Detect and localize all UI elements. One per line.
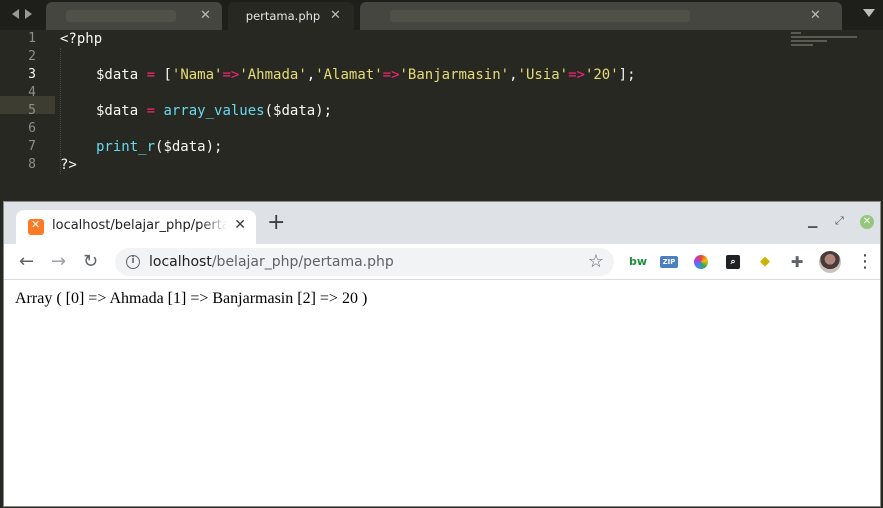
close-icon[interactable]: ✕: [330, 8, 341, 23]
xampp-favicon-icon: [28, 218, 44, 235]
url-path: /belajar_php/pertama.php: [211, 254, 394, 270]
maximize-icon[interactable]: ⤢: [835, 214, 844, 228]
zip-extension-icon[interactable]: ZIP: [660, 256, 678, 268]
editor-tab-blurred-1[interactable]: ✕: [46, 2, 222, 30]
forward-arrow-icon[interactable]: →: [51, 252, 66, 272]
chevron-down-icon[interactable]: [863, 9, 875, 17]
arrow-left-icon[interactable]: [12, 9, 19, 19]
editor-tab-pertama[interactable]: pertama.php ✕: [228, 2, 354, 30]
close-icon[interactable]: ✕: [810, 8, 821, 23]
back-arrow-icon[interactable]: ←: [19, 252, 34, 272]
editor-tab-bar: ✕ pertama.php ✕ ✕: [0, 0, 883, 30]
close-icon[interactable]: ✕: [234, 217, 246, 233]
new-tab-button[interactable]: +: [267, 212, 285, 234]
zoom-extension-icon[interactable]: ⌕: [726, 255, 740, 269]
line-gutter: 1 2 3 4 5 6 7 8: [0, 30, 55, 200]
code-line-8: ?>: [60, 157, 77, 173]
line-number: 4: [28, 85, 36, 100]
bookmark-star-icon[interactable]: ☆: [588, 251, 604, 272]
line-number: 5: [28, 103, 36, 118]
extensions-puzzle-icon[interactable]: ✚: [789, 253, 805, 271]
color-picker-extension-icon[interactable]: [694, 255, 708, 269]
line-number: 8: [28, 157, 36, 172]
code-line-5: $data = array_values($data);: [96, 103, 333, 119]
line-number: 3: [28, 67, 36, 82]
bw-extension-icon[interactable]: bw: [629, 253, 647, 271]
arrow-right-icon[interactable]: [25, 9, 32, 19]
window-close-button[interactable]: ✕: [860, 215, 874, 229]
url-host: localhost: [149, 254, 212, 270]
minimap[interactable]: [791, 32, 861, 46]
code-line-7: print_r($data);: [96, 139, 223, 155]
line-number: 7: [28, 139, 36, 154]
info-icon[interactable]: i: [126, 255, 140, 269]
code-line-3: $data = ['Nama'=>'Ahmada','Alamat'=>'Ban…: [96, 67, 636, 83]
editor-tab-label: pertama.php: [245, 9, 321, 23]
browser-tab[interactable]: localhost/belajar_php/pertama.php ✕: [16, 210, 256, 244]
line-number: 1: [28, 31, 36, 46]
browser-menu-icon[interactable]: ⋮: [856, 252, 874, 272]
browser-window: localhost/belajar_php/pertama.php ✕ + ▁ …: [3, 201, 881, 507]
pin-extension-icon[interactable]: ◆: [758, 253, 772, 271]
browser-title-bar: localhost/belajar_php/pertama.php ✕ + ▁ …: [4, 202, 880, 244]
line-number: 2: [28, 49, 36, 64]
close-icon[interactable]: ✕: [200, 8, 211, 23]
browser-toolbar: ← → ↻ i localhost/belajar_php/pertama.ph…: [4, 244, 880, 280]
tab-nav-arrows[interactable]: [4, 4, 40, 24]
reload-icon[interactable]: ↻: [83, 252, 98, 272]
minimize-icon[interactable]: ▁: [808, 214, 817, 228]
address-bar[interactable]: i localhost/belajar_php/pertama.php ☆: [115, 248, 614, 276]
profile-avatar[interactable]: [819, 251, 841, 273]
page-content: Array ( [0] => Ahmada [1] => Banjarmasin…: [4, 281, 880, 506]
php-output-text: Array ( [0] => Ahmada [1] => Banjarmasin…: [15, 290, 368, 307]
code-editor: ✕ pertama.php ✕ ✕ 1 2 3 4 5 6 7 8 <?php …: [0, 0, 883, 200]
url-text[interactable]: localhost/belajar_php/pertama.php: [149, 254, 394, 270]
editor-tab-blurred-2[interactable]: ✕: [360, 2, 842, 30]
browser-tab-title: localhost/belajar_php/pertama.php: [52, 218, 227, 233]
editor-scrollbar[interactable]: [877, 30, 883, 200]
code-line-1: <?php: [60, 31, 103, 47]
line-number: 6: [28, 121, 36, 136]
